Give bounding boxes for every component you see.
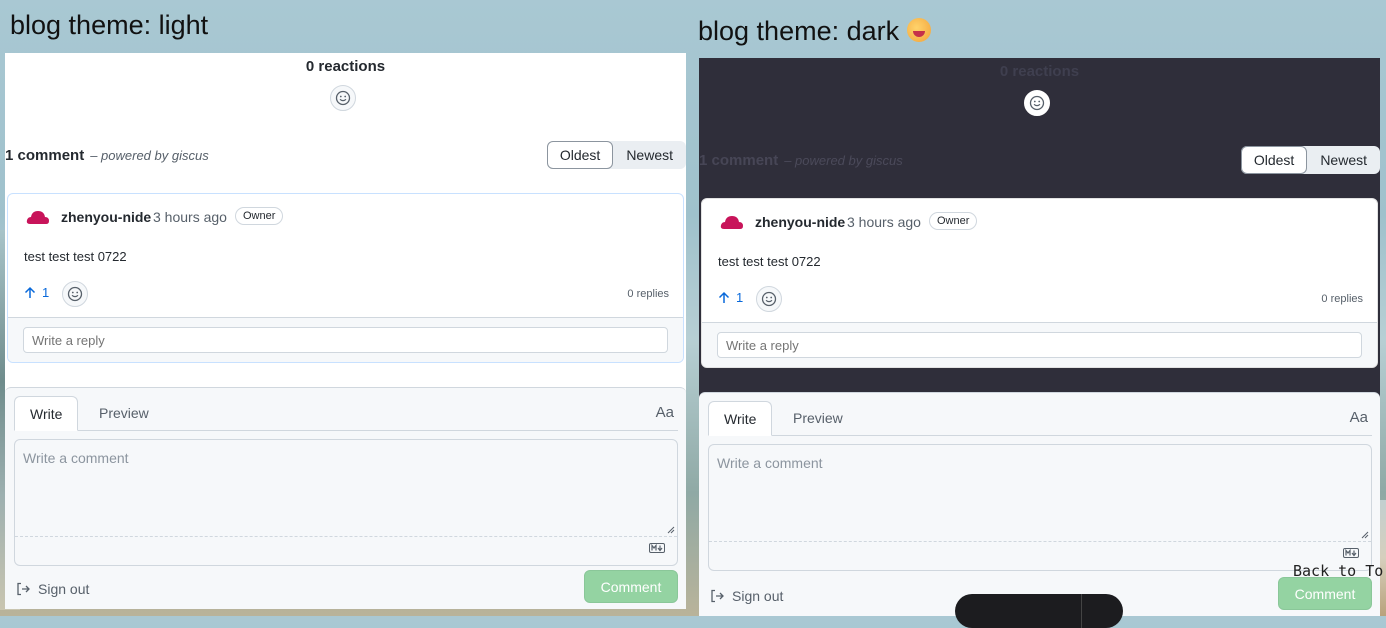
powered-by-text: – powered by giscus <box>90 148 209 163</box>
textarea-divider <box>15 536 677 537</box>
comment-author[interactable]: zhenyou-nide <box>61 209 151 225</box>
add-reaction-button[interactable] <box>330 85 356 111</box>
add-reaction-button[interactable] <box>1024 90 1050 116</box>
replies-count: 0 replies <box>627 288 669 300</box>
comment-placeholder: Write a comment <box>23 450 129 466</box>
comment-card: zhenyou-nide 3 hours ago Owner test test… <box>7 193 684 363</box>
dark-giscus-panel: 0 reactions 1 comment – powered by giscus… <box>699 58 1380 616</box>
sort-oldest-button[interactable]: Oldest <box>546 141 614 169</box>
comment-editor: Write Preview Aa Write a comment Sign ou… <box>699 392 1380 616</box>
smile-icon <box>761 291 777 307</box>
sort-newest-button[interactable]: Newest <box>613 141 686 169</box>
comment-editor: Write Preview Aa Write a comment Sign ou… <box>5 387 686 609</box>
markdown-icon[interactable] <box>1343 548 1359 558</box>
light-title-text: blog theme: light <box>10 10 209 40</box>
editor-tabs: Write Preview Aa <box>708 401 1372 436</box>
sign-out-label: Sign out <box>732 588 784 604</box>
replies-count: 0 replies <box>1321 293 1363 305</box>
sign-out-icon <box>17 582 30 596</box>
sort-oldest-button[interactable]: Oldest <box>1240 146 1308 174</box>
comment-reaction-button[interactable] <box>756 286 782 312</box>
comment-textarea[interactable]: Write a comment <box>14 439 678 566</box>
comment-count-text: 1 comment <box>699 152 779 169</box>
resize-handle-icon[interactable] <box>1361 531 1369 539</box>
floating-action-bar[interactable] <box>955 594 1123 628</box>
dark-title-text: blog theme: dark <box>698 16 900 46</box>
comment-count: 1 comment – powered by giscus <box>5 147 209 164</box>
comment-reaction-button[interactable] <box>62 281 88 307</box>
dark-section-title: blog theme: dark <box>698 16 932 47</box>
comment-count-text: 1 comment <box>5 147 85 164</box>
comment-time[interactable]: 3 hours ago <box>847 214 921 230</box>
arrow-up-icon <box>24 286 36 298</box>
tab-preview[interactable]: Preview <box>84 396 164 431</box>
smile-icon <box>67 286 83 302</box>
editor-tabs: Write Preview Aa <box>14 396 678 431</box>
avatar-icon[interactable] <box>26 208 50 226</box>
upvote-button[interactable]: 1 <box>24 285 49 300</box>
grinning-emoji-icon <box>907 17 932 42</box>
smile-icon <box>1029 95 1045 111</box>
sign-out-label: Sign out <box>38 581 90 597</box>
powered-by-text: – powered by giscus <box>784 153 903 168</box>
avatar-icon[interactable] <box>720 213 744 231</box>
reply-input[interactable] <box>717 332 1362 358</box>
sign-out-button[interactable]: Sign out <box>710 588 783 604</box>
back-to-top-link[interactable]: Back to To <box>1293 562 1383 580</box>
comment-count: 1 comment – powered by giscus <box>699 152 903 169</box>
sign-out-icon <box>711 589 724 603</box>
smile-icon <box>335 90 351 106</box>
markdown-icon[interactable] <box>649 543 665 553</box>
format-text-button[interactable]: Aa <box>656 404 674 421</box>
comment-body: test test test 0722 <box>718 254 821 269</box>
light-giscus-panel: 0 reactions 1 comment – powered by giscus… <box>5 53 686 609</box>
resize-handle-icon[interactable] <box>667 526 675 534</box>
comment-placeholder: Write a comment <box>717 455 823 471</box>
owner-badge: Owner <box>929 212 978 230</box>
light-section-title: blog theme: light <box>10 10 208 41</box>
sort-toggle: Oldest Newest <box>1240 146 1380 174</box>
reactions-count: 0 reactions <box>305 58 386 75</box>
upvote-button[interactable]: 1 <box>718 290 743 305</box>
reply-input[interactable] <box>23 327 668 353</box>
format-text-button[interactable]: Aa <box>1350 409 1368 426</box>
textarea-divider <box>709 541 1371 542</box>
comment-textarea[interactable]: Write a comment <box>708 444 1372 571</box>
arrow-up-icon <box>718 291 730 303</box>
comment-submit-button[interactable]: Comment <box>1278 577 1372 610</box>
reply-area <box>8 317 683 362</box>
comment-submit-button[interactable]: Comment <box>584 570 678 603</box>
sign-out-button[interactable]: Sign out <box>16 581 89 597</box>
owner-badge: Owner <box>235 207 284 225</box>
upvote-count: 1 <box>736 290 744 305</box>
tab-write[interactable]: Write <box>708 401 773 436</box>
reactions-count: 0 reactions <box>999 63 1080 80</box>
tab-preview[interactable]: Preview <box>778 401 858 436</box>
sort-newest-button[interactable]: Newest <box>1307 146 1380 174</box>
sort-toggle: Oldest Newest <box>546 141 686 169</box>
tab-write[interactable]: Write <box>14 396 79 431</box>
comment-author[interactable]: zhenyou-nide <box>755 214 845 230</box>
comment-body: test test test 0722 <box>24 249 127 264</box>
comment-time[interactable]: 3 hours ago <box>153 209 227 225</box>
upvote-count: 1 <box>42 285 50 300</box>
reply-area <box>702 322 1377 367</box>
comment-card: zhenyou-nide 3 hours ago Owner test test… <box>701 198 1378 368</box>
